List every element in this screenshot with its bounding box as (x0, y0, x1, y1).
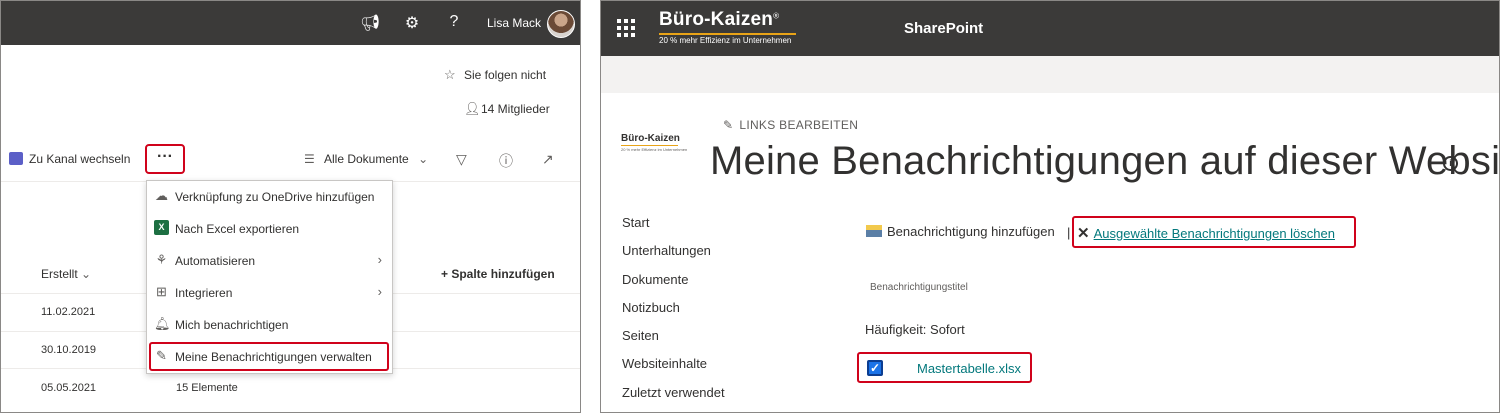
add-alert-icon (866, 225, 882, 237)
gear-icon[interactable]: ⚙ (402, 13, 422, 33)
table-row-date: 11.02.2021 (41, 306, 96, 318)
alert-checkbox[interactable]: ✓ (867, 360, 883, 376)
menu-item-export-excel[interactable]: X Nach Excel exportieren (147, 213, 392, 245)
chevron-down-icon: ⌄ (81, 267, 92, 281)
integrate-icon: ⊞ (156, 284, 167, 299)
delete-selected-alerts-link[interactable]: ✕ Ausgewählte Benachrichtigungen löschen (1077, 224, 1335, 242)
pencil-icon: ✎ (723, 118, 734, 132)
table-row-count: 15 Elemente (176, 382, 238, 394)
top-bar: 📢︎ ⚙ ? Lisa Mack (1, 1, 580, 45)
app-launcher-icon[interactable] (617, 19, 635, 37)
menu-item-integrate[interactable]: ⊞ Integrieren › (147, 277, 392, 309)
column-header-created[interactable]: Erstellt ⌄ (41, 267, 91, 281)
menu-item-alert-me[interactable]: 🔔︎ Mich benachrichtigen (147, 309, 392, 341)
nav-item-recent[interactable]: Zuletzt verwendet (622, 385, 725, 400)
members-link[interactable]: 14 Mitglieder (481, 102, 550, 116)
suite-bar: Büro-Kaizen® 20 % mehr Effizienz im Unte… (601, 1, 1499, 56)
info-icon[interactable]: i (1443, 156, 1458, 171)
alert-item-link[interactable]: Mastertabelle.xlsx (917, 361, 1021, 376)
filter-icon[interactable]: ▽ (456, 151, 467, 168)
follow-button[interactable]: Sie folgen nicht (464, 68, 546, 82)
add-column-button[interactable]: + Spalte hinzufügen (441, 267, 555, 281)
table-row-date: 30.10.2019 (41, 344, 97, 356)
brand-logo[interactable]: Büro-Kaizen® 20 % mehr Effizienz im Unte… (659, 9, 796, 45)
nav-item-notebook[interactable]: Notizbuch (622, 300, 680, 315)
switch-channel-button[interactable]: Zu Kanal wechseln (9, 152, 130, 166)
nav-item-conversations[interactable]: Unterhaltungen (622, 243, 711, 258)
close-icon: ✕ (1077, 225, 1090, 242)
chevron-down-icon: ⌄ (418, 152, 429, 166)
info-icon[interactable]: ⓘ (499, 151, 513, 171)
teams-icon (9, 152, 23, 165)
column-header-alert-title: Benachrichtigungstitel (870, 282, 968, 293)
site-logo[interactable]: Büro-Kaizen 20 % mehr Effizienz im Unter… (621, 133, 687, 152)
sharepoint-alerts-panel: Büro-Kaizen® 20 % mehr Effizienz im Unte… (600, 0, 1500, 413)
teams-sharepoint-panel: 📢︎ ⚙ ? Lisa Mack ☆ Sie folgen nicht 👤︎ 1… (0, 0, 581, 413)
menu-item-add-onedrive-shortcut[interactable]: ☁ Verknüpfung zu OneDrive hinzufügen (147, 181, 392, 213)
separator: | (1067, 225, 1071, 240)
chevron-right-icon: › (377, 284, 382, 299)
excel-icon: X (154, 220, 169, 235)
bell-icon: 🔔︎ (154, 316, 171, 331)
megaphone-icon[interactable]: 📢︎ (360, 13, 380, 33)
view-selector[interactable]: ☰ Alle Dokumente ⌄ (304, 152, 428, 166)
app-title[interactable]: SharePoint (904, 20, 983, 37)
user-name[interactable]: Lisa Mack (487, 16, 541, 30)
switch-channel-label: Zu Kanal wechseln (29, 152, 131, 166)
nav-item-pages[interactable]: Seiten (622, 328, 659, 343)
more-options-button[interactable]: ··· (145, 144, 185, 174)
nav-item-site-contents[interactable]: Websiteinhalte (622, 356, 707, 371)
chevron-right-icon: › (377, 252, 382, 267)
star-icon[interactable]: ☆ (444, 67, 456, 83)
add-alert-button[interactable]: Benachrichtigung hinzufügen (866, 224, 1055, 239)
view-lines-icon: ☰ (304, 152, 315, 166)
page-title: Meine Benachrichtigungen auf dieser Webs… (710, 139, 1500, 183)
person-icon: 👤︎ (464, 101, 481, 116)
menu-item-automate[interactable]: ⚘ Automatisieren › (147, 245, 392, 277)
view-label: Alle Dokumente (324, 152, 409, 166)
edit-links-button[interactable]: ✎ LINKS BEARBEITEN (723, 118, 858, 132)
nav-item-documents[interactable]: Dokumente (622, 272, 688, 287)
frequency-group-header: Häufigkeit: Sofort (865, 322, 965, 337)
expand-icon[interactable]: ↗ (542, 151, 554, 168)
manage-alerts-highlight (149, 342, 389, 371)
help-icon[interactable]: ? (444, 13, 464, 31)
avatar[interactable] (547, 10, 575, 38)
onedrive-shortcut-icon: ☁ (155, 188, 168, 203)
nav-item-start[interactable]: Start (622, 215, 649, 230)
table-row-date: 05.05.2021 (41, 382, 97, 394)
automate-icon: ⚘ (155, 252, 168, 267)
